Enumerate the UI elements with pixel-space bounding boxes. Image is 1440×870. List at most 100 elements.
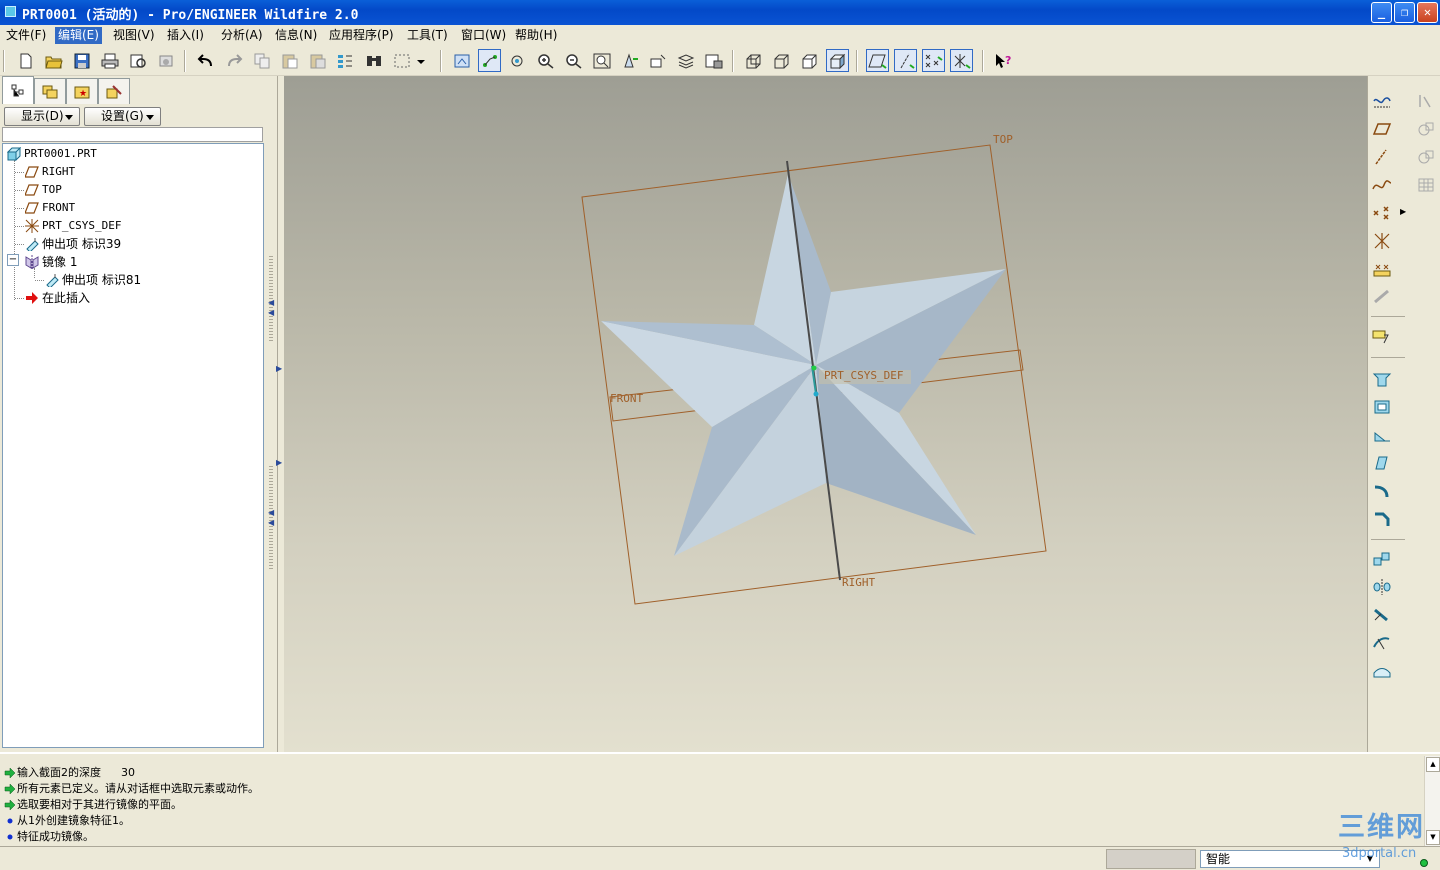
tree-node-extrude-81[interactable]: 伸出项 标识81 bbox=[44, 271, 141, 289]
minimize-button[interactable]: _ bbox=[1371, 2, 1392, 23]
wireframe-icon[interactable] bbox=[742, 49, 765, 72]
orient-icon[interactable] bbox=[506, 49, 529, 72]
message-scrollbar[interactable]: ▲ ▼ bbox=[1424, 756, 1440, 846]
disabled-tool-icon[interactable] bbox=[1413, 89, 1439, 113]
annotation-feature-icon[interactable] bbox=[1369, 325, 1395, 349]
settings-dropdown[interactable]: 设置(G) bbox=[84, 107, 161, 126]
menu-edit[interactable]: 编辑(E) bbox=[55, 27, 102, 44]
email-icon[interactable] bbox=[154, 49, 177, 72]
paste-special-icon[interactable] bbox=[306, 49, 329, 72]
coord-system-tool-icon[interactable] bbox=[1369, 229, 1395, 253]
redo-icon[interactable] bbox=[222, 49, 245, 72]
tree-node-mirror-1[interactable]: 镜像 1 bbox=[24, 253, 77, 271]
datum-axis-tool-icon[interactable] bbox=[1369, 145, 1395, 169]
paste-icon[interactable] bbox=[278, 49, 301, 72]
model-tree-settings-icon[interactable] bbox=[702, 49, 725, 72]
disabled-tool-icon[interactable] bbox=[1413, 173, 1439, 197]
disabled-tool-icon[interactable] bbox=[1413, 145, 1439, 169]
tree-node-right[interactable]: RIGHT bbox=[24, 163, 75, 181]
extrude-tool-icon[interactable] bbox=[1369, 367, 1395, 391]
save-icon[interactable] bbox=[70, 49, 93, 72]
menu-applications[interactable]: 应用程序(P) bbox=[326, 27, 397, 44]
graphics-viewport[interactable]: TOP FRONT RIGHT PRT_CSYS_DEF bbox=[284, 76, 1367, 752]
menu-view[interactable]: 视图(V) bbox=[110, 27, 158, 44]
no-hidden-icon[interactable] bbox=[798, 49, 821, 72]
collapse-left-icon[interactable]: ◀ ◀ bbox=[268, 508, 274, 528]
tab-model-tree[interactable] bbox=[2, 76, 34, 104]
close-button[interactable]: ✕ bbox=[1417, 2, 1438, 23]
menu-info[interactable]: 信息(N) bbox=[272, 27, 320, 44]
menu-tools[interactable]: 工具(T) bbox=[404, 27, 451, 44]
menu-window[interactable]: 窗口(W) bbox=[458, 27, 509, 44]
coord-sys-icon[interactable] bbox=[950, 49, 973, 72]
collapse-toggle[interactable]: − bbox=[7, 254, 19, 266]
tree-node-extrude-39[interactable]: 伸出项 标识39 bbox=[24, 235, 121, 253]
tree-node-part[interactable]: PRT0001.PRT bbox=[6, 145, 97, 163]
print-icon[interactable] bbox=[98, 49, 121, 72]
menu-analysis[interactable]: 分析(A) bbox=[218, 27, 266, 44]
regenerate-icon[interactable] bbox=[334, 49, 357, 72]
scroll-up-icon[interactable]: ▲ bbox=[1426, 757, 1440, 772]
undo-icon[interactable] bbox=[194, 49, 217, 72]
open-folder-icon[interactable] bbox=[42, 49, 65, 72]
pattern-tool-icon[interactable] bbox=[1369, 547, 1395, 571]
shading-icon[interactable] bbox=[826, 49, 849, 72]
trim-tool-icon[interactable] bbox=[1369, 631, 1395, 655]
datum-axes-icon[interactable] bbox=[894, 49, 917, 72]
tab-favorites[interactable]: ★ bbox=[66, 78, 98, 104]
new-file-icon[interactable] bbox=[14, 49, 37, 72]
tree-node-top[interactable]: TOP bbox=[24, 181, 62, 199]
maximize-button[interactable]: ❐ bbox=[1394, 2, 1415, 23]
analysis-feature-icon[interactable] bbox=[1369, 257, 1395, 281]
find-icon[interactable] bbox=[362, 49, 385, 72]
zoom-out-icon[interactable] bbox=[562, 49, 585, 72]
scroll-down-icon[interactable]: ▼ bbox=[1426, 830, 1440, 845]
repaint-icon[interactable] bbox=[450, 49, 473, 72]
tab-folder-browser[interactable] bbox=[34, 78, 66, 104]
tree-filter-box[interactable] bbox=[2, 127, 263, 142]
collapse-left-icon[interactable]: ◀ ◀ bbox=[268, 298, 274, 318]
tree-node-front[interactable]: FRONT bbox=[24, 199, 75, 217]
datum-display-icon[interactable] bbox=[478, 49, 501, 72]
expand-right-icon[interactable]: ▶ bbox=[276, 458, 282, 467]
tree-node-insert-here[interactable]: 在此插入 bbox=[24, 289, 90, 307]
round-tool-icon[interactable] bbox=[1369, 479, 1395, 503]
intersect-tool-icon[interactable] bbox=[1369, 659, 1395, 683]
disabled-tool-icon[interactable] bbox=[1369, 285, 1395, 309]
zoom-in-icon[interactable] bbox=[534, 49, 557, 72]
mirror-tool-icon[interactable] bbox=[1369, 575, 1395, 599]
merge-tool-icon[interactable] bbox=[1369, 603, 1395, 627]
tab-connections[interactable] bbox=[98, 78, 130, 104]
datum-curve-tool-icon[interactable] bbox=[1369, 173, 1395, 197]
menu-help[interactable]: 帮助(H) bbox=[512, 27, 560, 44]
shell-tool-icon[interactable] bbox=[1369, 395, 1395, 419]
copy-icon[interactable] bbox=[250, 49, 273, 72]
expand-right-icon[interactable]: ▶ bbox=[276, 364, 282, 373]
view-manager-icon[interactable] bbox=[646, 49, 669, 72]
layers-icon[interactable] bbox=[674, 49, 697, 72]
print-preview-icon[interactable] bbox=[126, 49, 149, 72]
menu-insert[interactable]: 插入(I) bbox=[164, 27, 207, 44]
filter-dropdown-icon[interactable]: ▼ bbox=[1362, 852, 1378, 866]
chamfer-tool-icon[interactable] bbox=[1369, 507, 1395, 531]
menu-file[interactable]: 文件(F) bbox=[3, 27, 49, 44]
rib-tool-icon[interactable] bbox=[1369, 423, 1395, 447]
flyout-arrow-icon[interactable]: ▶ bbox=[1400, 207, 1406, 216]
datum-points-icon[interactable] bbox=[922, 49, 945, 72]
panel-splitter[interactable]: ◀ ◀ ◀ ◀ ▶ ▶ bbox=[266, 76, 284, 752]
refit-icon[interactable] bbox=[590, 49, 613, 72]
draft-tool-icon[interactable] bbox=[1369, 451, 1395, 475]
display-dropdown[interactable]: 显示(D) bbox=[4, 107, 80, 126]
select-dropdown-icon[interactable] bbox=[414, 49, 428, 72]
disabled-tool-icon[interactable] bbox=[1413, 117, 1439, 141]
select-box-icon[interactable] bbox=[390, 49, 413, 72]
selection-filter[interactable]: 智能 bbox=[1200, 850, 1380, 868]
tree-node-csys[interactable]: PRT_CSYS_DEF bbox=[24, 217, 121, 235]
datum-planes-icon[interactable] bbox=[866, 49, 889, 72]
datum-point-tool-icon[interactable] bbox=[1369, 201, 1395, 225]
context-help-icon[interactable]: ? bbox=[992, 49, 1015, 72]
spin-center-icon[interactable] bbox=[618, 49, 641, 72]
datum-plane-tool-icon[interactable] bbox=[1369, 117, 1395, 141]
sketch-tool-icon[interactable] bbox=[1369, 89, 1395, 113]
hidden-line-icon[interactable] bbox=[770, 49, 793, 72]
